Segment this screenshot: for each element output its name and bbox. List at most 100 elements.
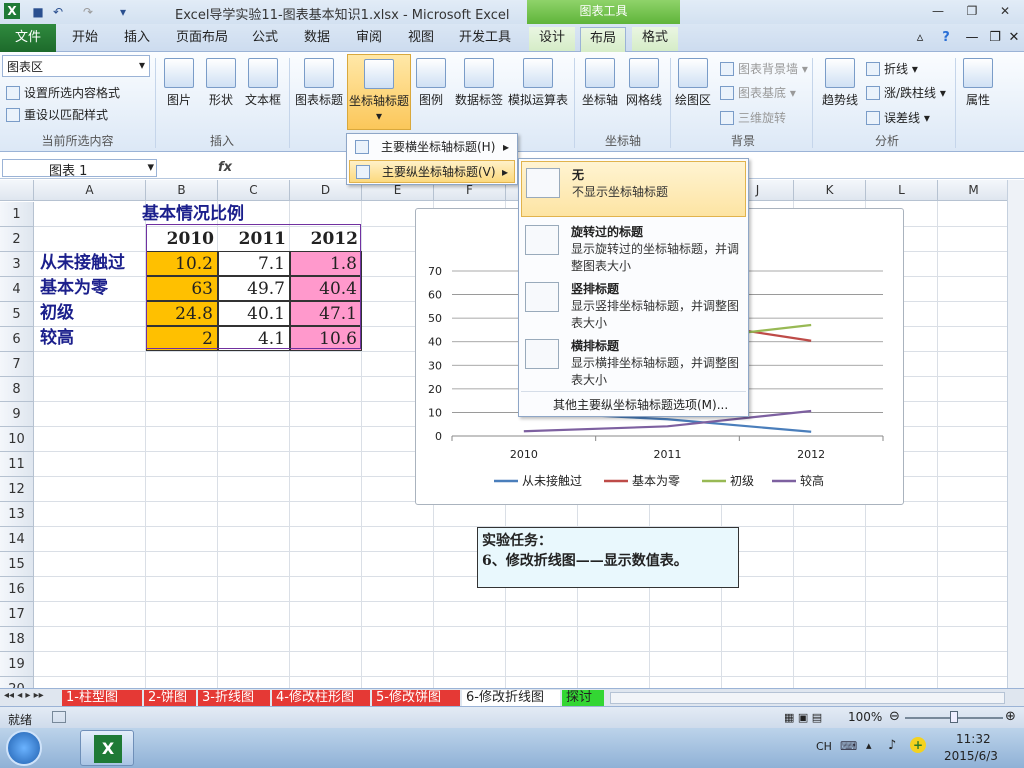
minimize-icon[interactable]: — bbox=[928, 4, 948, 20]
textbox-button[interactable]: 文本框 bbox=[242, 58, 284, 108]
sheet-tab-3[interactable]: 3-折线图 bbox=[198, 690, 270, 706]
data-cell[interactable]: 2 bbox=[146, 326, 218, 351]
tab-home[interactable]: 开始 bbox=[62, 27, 108, 51]
undo-icon[interactable]: ↶ bbox=[50, 4, 66, 20]
legend-entry[interactable]: 较高 bbox=[800, 473, 824, 488]
option-none[interactable]: 无不显示坐标轴标题 bbox=[521, 161, 746, 217]
sheet-nav-icon[interactable]: ◂◂ ◂ ▸ ▸▸ bbox=[4, 690, 44, 701]
tab-file[interactable]: 文件 bbox=[0, 24, 56, 52]
data-cell[interactable]: 40.4 bbox=[290, 276, 362, 301]
shapes-button[interactable]: 形状 bbox=[202, 58, 240, 108]
help-icon[interactable]: ? bbox=[936, 27, 956, 51]
vertical-scrollbar[interactable] bbox=[1007, 180, 1024, 688]
tray-app-icon[interactable]: + bbox=[910, 737, 926, 753]
menu-primary-vertical-axis-title[interactable]: 主要纵坐标轴标题(V) ▸ bbox=[349, 160, 515, 183]
chart-title-button[interactable]: 图表标题 bbox=[292, 58, 346, 108]
error-bars-button[interactable]: 误差线 ▾ bbox=[866, 109, 930, 126]
tab-data[interactable]: 数据 bbox=[294, 27, 340, 51]
clock-date[interactable]: 2015/6/3 bbox=[944, 749, 998, 763]
zoom-slider-thumb[interactable] bbox=[950, 711, 958, 723]
select-all-corner[interactable] bbox=[0, 180, 34, 201]
customize-qat-icon[interactable]: ▾ bbox=[115, 4, 131, 20]
axes-button[interactable]: 坐标轴 bbox=[580, 58, 620, 108]
legend-button[interactable]: 图例 bbox=[414, 58, 448, 108]
row-header-18[interactable]: 18 bbox=[0, 627, 34, 652]
data-cell[interactable]: 24.8 bbox=[146, 301, 218, 326]
legend-entry[interactable]: 初级 bbox=[730, 474, 754, 488]
row-header-19[interactable]: 19 bbox=[0, 652, 34, 677]
data-cell[interactable]: 10.6 bbox=[290, 326, 362, 351]
tray-up-icon[interactable]: ▴ bbox=[866, 739, 872, 752]
horizontal-scrollbar[interactable] bbox=[610, 692, 1005, 704]
sheet-tab-7[interactable]: 探讨 bbox=[562, 690, 604, 706]
close-icon[interactable]: ✕ bbox=[995, 4, 1015, 20]
doc-minimize-icon[interactable]: — bbox=[962, 27, 982, 51]
data-cell[interactable]: 10.2 bbox=[146, 251, 218, 276]
row-header-4[interactable]: 4 bbox=[0, 277, 34, 302]
row-header-6[interactable]: 6 bbox=[0, 327, 34, 352]
data-cell[interactable]: 40.1 bbox=[218, 301, 290, 326]
tab-layout[interactable]: 布局 bbox=[580, 27, 626, 53]
sheet-tab-2[interactable]: 2-饼图 bbox=[144, 690, 196, 706]
header-2012[interactable]: 2012 bbox=[290, 227, 362, 252]
redo-icon[interactable]: ↷ bbox=[80, 4, 96, 20]
table-title[interactable]: 基本情况比例 bbox=[138, 202, 278, 227]
row-label[interactable]: 基本为零 bbox=[36, 276, 146, 301]
row-header-5[interactable]: 5 bbox=[0, 302, 34, 327]
sheet-tab-4[interactable]: 4-修改柱形图 bbox=[272, 690, 370, 706]
zoom-level[interactable]: 100% bbox=[848, 710, 882, 724]
axis-titles-button[interactable]: 坐标轴标题 ▾ bbox=[347, 54, 411, 130]
col-header-A[interactable]: A bbox=[34, 180, 146, 201]
data-cell[interactable]: 49.7 bbox=[218, 276, 290, 301]
taskbar-excel[interactable]: X bbox=[80, 730, 134, 766]
col-header-L[interactable]: L bbox=[866, 180, 938, 201]
row-header-13[interactable]: 13 bbox=[0, 502, 34, 527]
reset-style-button[interactable]: 重设以匹配样式 bbox=[6, 106, 108, 123]
legend-entry[interactable]: 基本为零 bbox=[632, 474, 680, 488]
option-horizontal-title[interactable]: 横排标题 显示横排坐标轴标题，并调整图表大小 bbox=[521, 333, 746, 389]
start-button-icon[interactable] bbox=[6, 730, 42, 766]
header-2011[interactable]: 2011 bbox=[218, 227, 290, 252]
tab-view[interactable]: 视图 bbox=[398, 27, 444, 51]
row-header-15[interactable]: 15 bbox=[0, 552, 34, 577]
option-rotated-title[interactable]: 旋转过的标题 显示旋转过的坐标轴标题，并调整图表大小 bbox=[521, 219, 746, 275]
tab-review[interactable]: 审阅 bbox=[346, 27, 392, 51]
tab-design[interactable]: 设计 bbox=[529, 27, 575, 51]
data-labels-button[interactable]: 数据标签 bbox=[452, 58, 506, 108]
insert-function-icon[interactable]: fx bbox=[218, 160, 232, 175]
chart-wall-button[interactable]: 图表背景墙 ▾ bbox=[720, 60, 808, 77]
data-cell[interactable]: 4.1 bbox=[218, 326, 290, 351]
row-header-9[interactable]: 9 bbox=[0, 402, 34, 427]
row-header-16[interactable]: 16 bbox=[0, 577, 34, 602]
zoom-out-icon[interactable]: ⊖ bbox=[889, 709, 900, 724]
row-header-7[interactable]: 7 bbox=[0, 352, 34, 377]
ribbon-collapse-icon[interactable]: ▵ bbox=[910, 27, 930, 51]
restore-icon[interactable]: ❐ bbox=[962, 4, 982, 20]
name-box[interactable]: 图表 1 ▾ bbox=[2, 159, 157, 179]
row-header-12[interactable]: 12 bbox=[0, 477, 34, 502]
row-header-2[interactable]: 2 bbox=[0, 227, 34, 252]
data-cell[interactable]: 63 bbox=[146, 276, 218, 301]
updown-bars-button[interactable]: 涨/跌柱线 ▾ bbox=[866, 84, 946, 101]
zoom-in-icon[interactable]: ⊕ bbox=[1005, 709, 1016, 724]
option-vertical-title[interactable]: 竖排标题 显示竖排坐标轴标题，并调整图表大小 bbox=[521, 276, 746, 332]
tab-developer[interactable]: 开发工具 bbox=[452, 27, 518, 51]
row-header-10[interactable]: 10 bbox=[0, 427, 34, 452]
row-header-17[interactable]: 17 bbox=[0, 602, 34, 627]
plot-area-button[interactable]: 绘图区 bbox=[672, 58, 714, 108]
save-icon[interactable]: ■ bbox=[30, 4, 46, 20]
row-label[interactable]: 从未接触过 bbox=[36, 251, 146, 276]
row-header-8[interactable]: 8 bbox=[0, 377, 34, 402]
tab-insert[interactable]: 插入 bbox=[114, 27, 160, 51]
chart-element-selector[interactable]: 图表区 ▾ bbox=[2, 55, 150, 77]
sheet-tab-5[interactable]: 5-修改饼图 bbox=[372, 690, 460, 706]
header-2010[interactable]: 2010 bbox=[146, 227, 218, 252]
menu-primary-horizontal-axis-title[interactable]: 主要横坐标轴标题(H) ▸ bbox=[349, 136, 515, 159]
sheet-tab-1[interactable]: 1-柱型图 bbox=[62, 690, 142, 706]
lines-button[interactable]: 折线 ▾ bbox=[866, 60, 918, 77]
chart-floor-button[interactable]: 图表基底 ▾ bbox=[720, 84, 796, 101]
sheet-tab-6-active[interactable]: 6-修改折线图 bbox=[462, 690, 560, 706]
keyboard-icon[interactable]: ⌨ bbox=[840, 739, 857, 753]
data-cell[interactable]: 7.1 bbox=[218, 251, 290, 276]
row-header-1[interactable]: 1 bbox=[0, 202, 34, 227]
